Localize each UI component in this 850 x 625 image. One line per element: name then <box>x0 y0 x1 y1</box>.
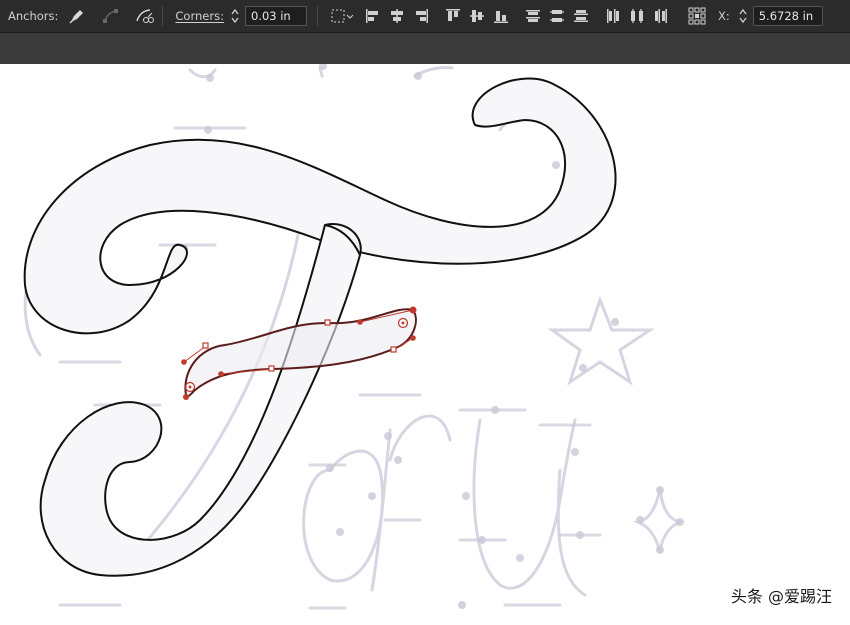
cut-path-icon[interactable] <box>134 5 156 27</box>
watermark-text: 头条 @爱踢汪 <box>730 587 832 606</box>
distribute-bottom-icon[interactable] <box>570 5 592 27</box>
distribute-horizontal-center-icon[interactable] <box>626 5 648 27</box>
corners-radius-input[interactable]: 0.03 in <box>244 6 307 26</box>
align-left-icon[interactable] <box>362 5 384 27</box>
artboard-canvas[interactable] <box>0 62 850 621</box>
pen-anchor-icon[interactable] <box>66 5 88 27</box>
align-right-icon[interactable] <box>410 5 432 27</box>
toolbar-strip <box>0 33 850 64</box>
distribute-top-icon[interactable] <box>522 5 544 27</box>
reference-point-icon[interactable] <box>686 5 708 27</box>
transform-bounds-icon[interactable] <box>328 5 356 27</box>
distribute-right-icon[interactable] <box>650 5 672 27</box>
align-horizontal-center-icon[interactable] <box>386 5 408 27</box>
anchor-handles-icon[interactable] <box>100 5 122 27</box>
align-top-icon[interactable] <box>442 5 464 27</box>
anchors-label: Anchors: <box>8 9 59 23</box>
corners-label[interactable]: Corners: <box>175 9 224 23</box>
distribute-left-icon[interactable] <box>602 5 624 27</box>
align-vertical-center-icon[interactable] <box>466 5 488 27</box>
distribute-vertical-center-icon[interactable] <box>546 5 568 27</box>
align-bottom-icon[interactable] <box>490 5 512 27</box>
x-stepper[interactable] <box>736 5 750 27</box>
control-toolbar: Anchors: Corners: 0.03 in X: 5.6728 in <box>0 0 850 33</box>
corners-stepper[interactable] <box>228 5 242 27</box>
x-label: X: <box>717 9 730 23</box>
x-position-input[interactable]: 5.6728 in <box>752 6 823 26</box>
